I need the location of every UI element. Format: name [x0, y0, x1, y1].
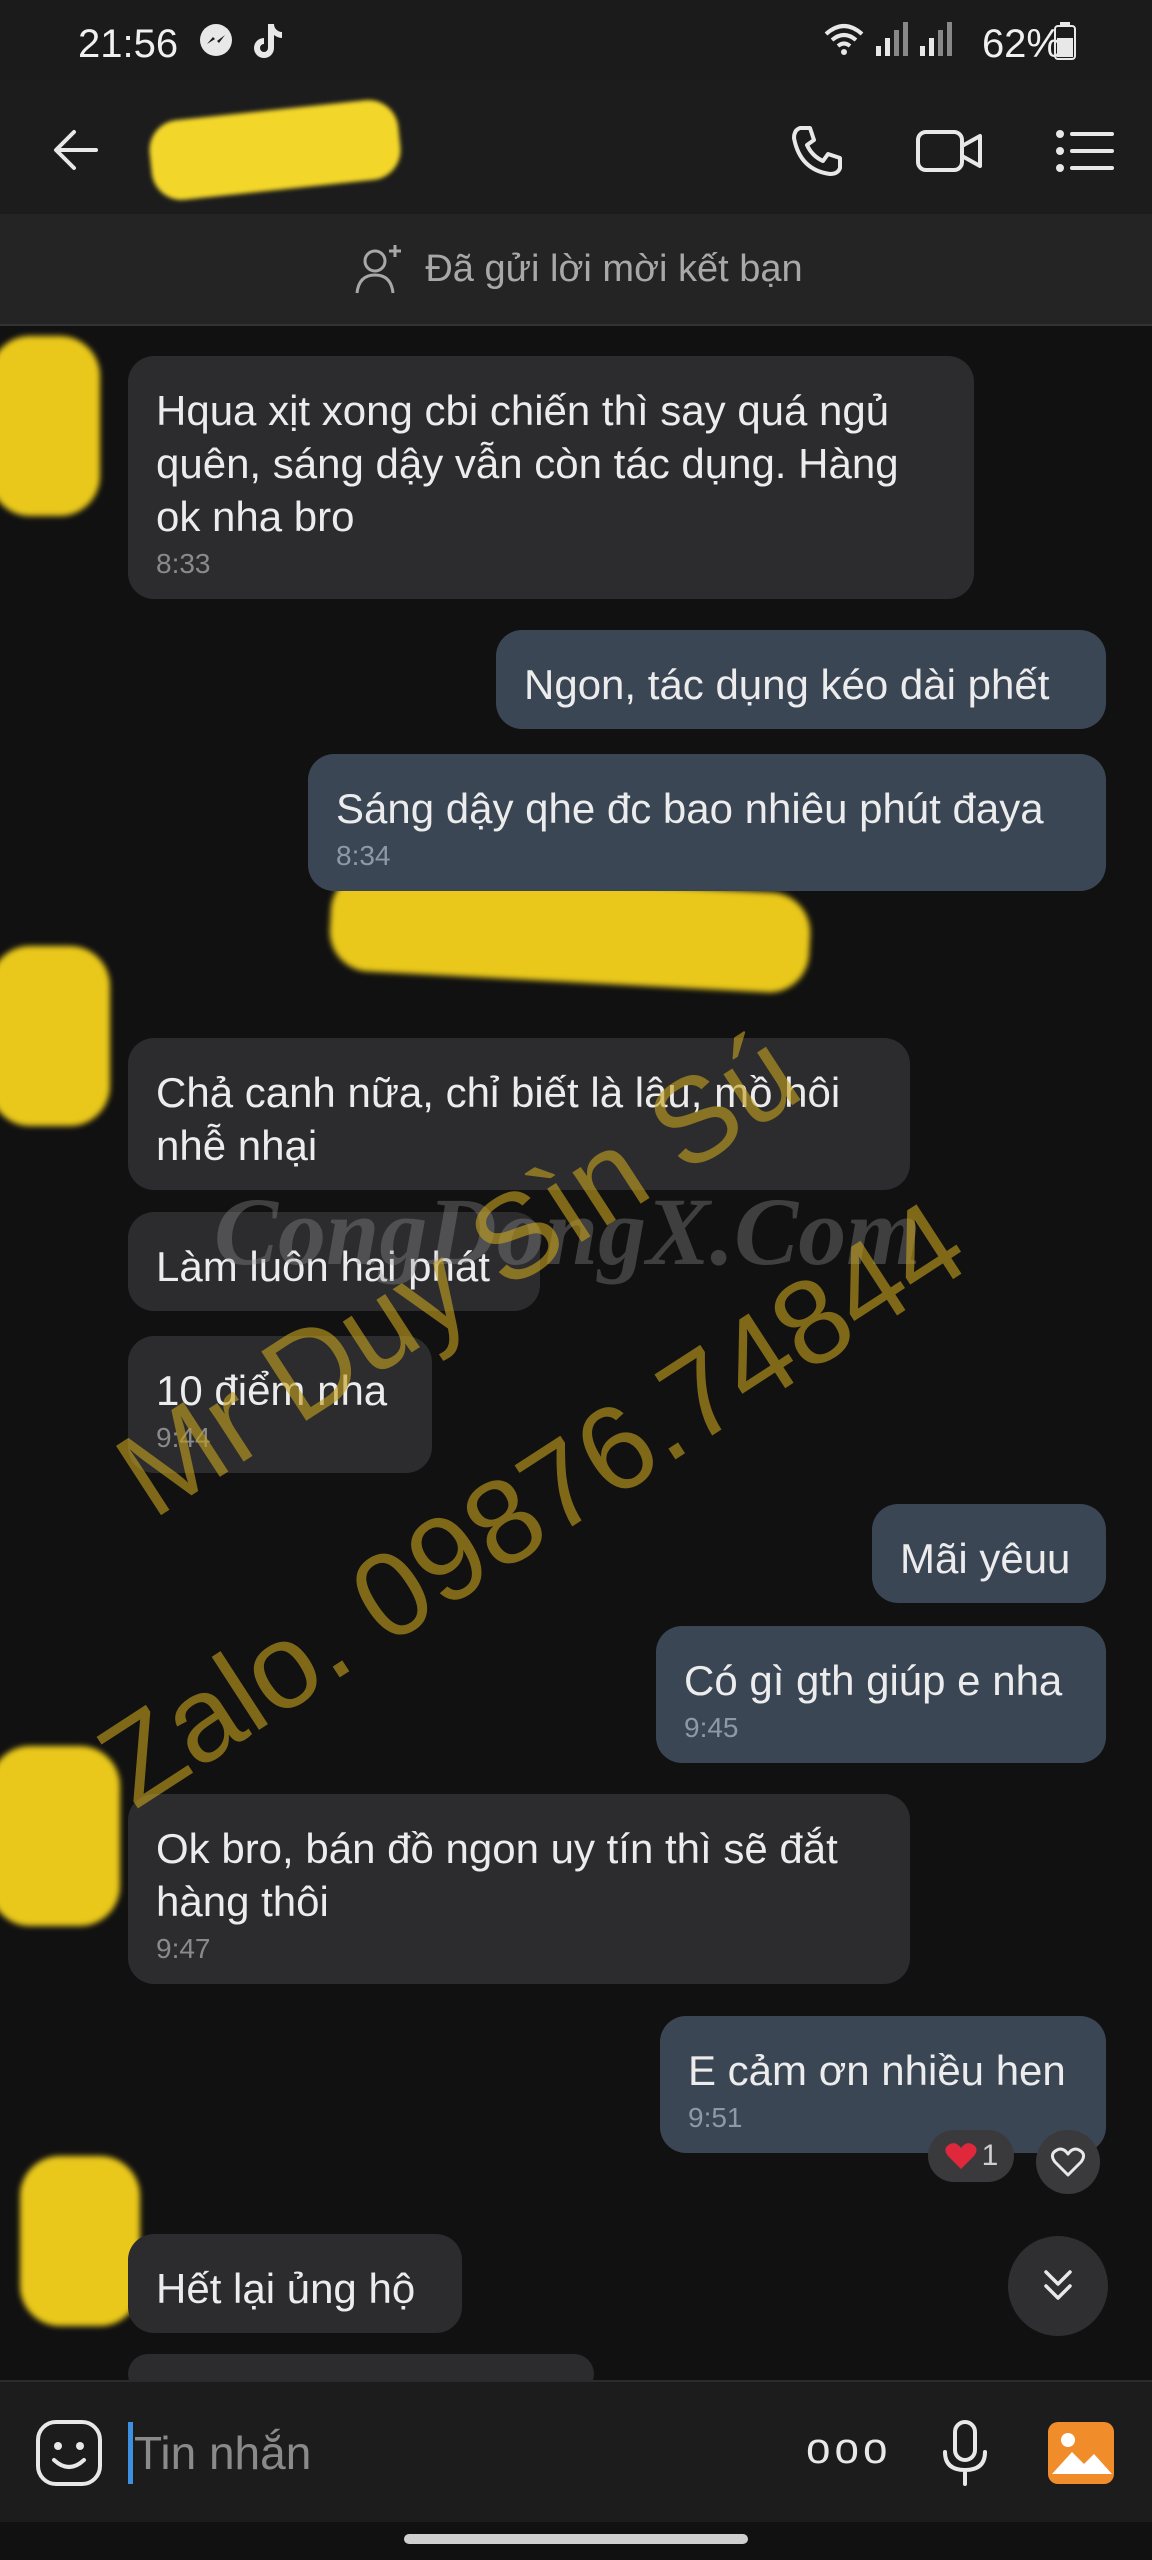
- battery-level: 62%: [981, 22, 1062, 66]
- back-button[interactable]: [48, 120, 108, 180]
- emoji-sticker-icon: [36, 2420, 102, 2486]
- arrow-left-icon: [54, 130, 98, 170]
- microphone-icon: [943, 2420, 987, 2486]
- menu-button[interactable]: [1050, 116, 1120, 186]
- message-bubble-incoming[interactable]: Ok bro, bán đồ ngon uy tín thì sẽ đắt hà…: [128, 1794, 910, 1984]
- video-camera-icon: [916, 130, 982, 172]
- list-menu-icon: [1056, 130, 1114, 172]
- message-time: 9:47: [156, 1933, 211, 1964]
- text-cursor: [128, 2422, 133, 2484]
- avatar-redaction: [0, 1746, 120, 1926]
- avatar-redaction: [20, 2156, 140, 2326]
- reaction-badge[interactable]: 1: [928, 2130, 1014, 2182]
- message-text: Ngon, tác dụng kéo dài phết: [524, 661, 1050, 708]
- message-bubble-outgoing[interactable]: E cảm ơn nhiều hen 9:51: [660, 2016, 1106, 2153]
- message-text: Mãi yêuu: [900, 1535, 1071, 1582]
- status-time: 21:56: [78, 22, 179, 66]
- video-call-button[interactable]: [912, 116, 982, 186]
- tiktok-icon: [250, 22, 284, 70]
- reaction-count: 1: [981, 2139, 999, 2172]
- message-input[interactable]: [134, 2420, 634, 2486]
- phone-icon: [792, 126, 842, 176]
- message-bubble-incoming[interactable]: Hqua xịt xong cbi chiến thì say quá ngủ …: [128, 356, 974, 599]
- voice-record-button[interactable]: [930, 2418, 1000, 2488]
- contact-name-redaction: [146, 97, 404, 203]
- chat-header: [0, 80, 1152, 214]
- avatar-redaction: [0, 946, 110, 1126]
- status-bar: 21:56 62%: [0, 0, 1152, 80]
- message-bubble-outgoing[interactable]: Mãi yêuu: [872, 1504, 1106, 1603]
- message-bubble-outgoing[interactable]: Ngon, tác dụng kéo dài phết: [496, 630, 1106, 729]
- message-time: 9:45: [684, 1712, 739, 1743]
- friend-request-bar: Đã gửi lời mời kết bạn: [0, 214, 1152, 326]
- send-image-button[interactable]: [1046, 2418, 1116, 2488]
- message-text: Hết lại ủng hộ: [156, 2265, 416, 2312]
- friend-request-text: Đã gửi lời mời kết bạn: [425, 247, 803, 290]
- messenger-icon: [198, 22, 234, 68]
- message-time: 8:34: [336, 840, 391, 871]
- message-time: 9:51: [688, 2102, 743, 2133]
- message-text: Ok bro, bán đồ ngon uy tín thì sẽ đắt hà…: [156, 1825, 838, 1925]
- message-text: Sáng dậy qhe đc bao nhiêu phút đaya: [336, 785, 1044, 832]
- signal-icon: [874, 22, 910, 68]
- message-bubble-incoming[interactable]: Hết lại ủng hộ: [128, 2234, 462, 2333]
- message-text: Hqua xịt xong cbi chiến thì say quá ngủ …: [156, 387, 899, 540]
- message-bubble-outgoing[interactable]: Sáng dậy qhe đc bao nhiêu phút đaya 8:34: [308, 754, 1106, 891]
- message-text: Có gì gth giúp e nha: [684, 1657, 1063, 1704]
- heart-outline-icon: [1050, 2147, 1086, 2177]
- scroll-to-bottom-button[interactable]: [1008, 2236, 1108, 2336]
- avatar-redaction: [0, 336, 100, 516]
- add-friend-icon: [355, 245, 402, 294]
- image-gallery-icon: [1048, 2422, 1114, 2484]
- wifi-icon: [822, 22, 866, 68]
- more-options-button[interactable]: ooo: [806, 2424, 891, 2474]
- sticker-button[interactable]: [34, 2418, 104, 2488]
- double-chevron-down-icon: [1044, 2270, 1072, 2300]
- message-list[interactable]: Hqua xịt xong cbi chiến thì say quá ngủ …: [0, 326, 1152, 2394]
- composer: ooo: [0, 2380, 1152, 2522]
- like-button[interactable]: [1036, 2130, 1100, 2194]
- navigation-handle[interactable]: [404, 2534, 748, 2544]
- message-text: E cảm ơn nhiều hen: [688, 2047, 1066, 2094]
- heart-icon: [945, 2143, 977, 2169]
- message-time: 8:33: [156, 548, 211, 579]
- battery-icon: [1054, 22, 1076, 70]
- signal-icon-2: [918, 22, 954, 68]
- voice-call-button[interactable]: [782, 116, 852, 186]
- message-bubble-outgoing[interactable]: Có gì gth giúp e nha 9:45: [656, 1626, 1106, 1763]
